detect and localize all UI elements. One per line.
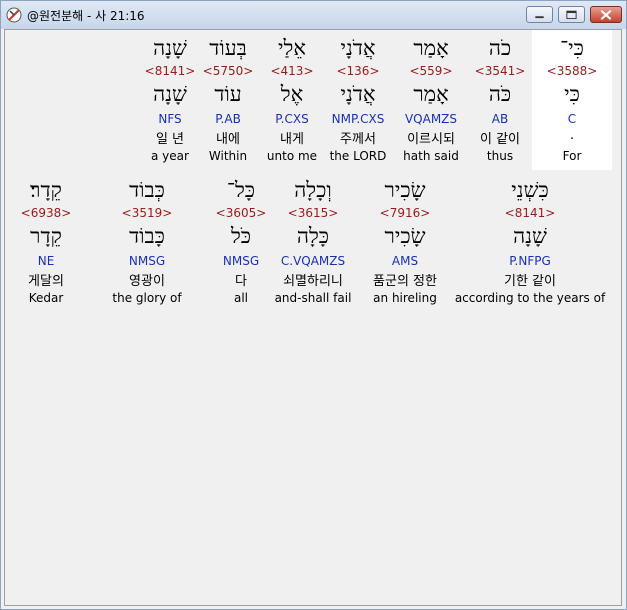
close-button[interactable]: [590, 6, 622, 23]
parse-code: NE: [37, 254, 55, 268]
korean-gloss: .: [569, 128, 575, 143]
hebrew-lemma: כָּבוֹד: [129, 224, 165, 248]
korean-gloss: 주께서: [340, 132, 376, 147]
english-gloss: hath said: [403, 149, 459, 163]
maximize-button[interactable]: [558, 6, 585, 23]
strong-number: <559>: [409, 64, 453, 78]
korean-gloss: 품군의 정한: [373, 274, 437, 289]
hebrew-surface: וְכָלָה: [294, 178, 332, 202]
window-title: @원전분해 - 사 21:16: [27, 9, 145, 23]
hebrew-surface: אֲדֹנָי: [340, 36, 376, 60]
strong-number: <413>: [270, 64, 314, 78]
korean-gloss: 기한 같이: [504, 274, 556, 289]
parse-code: P.CXS: [275, 112, 309, 126]
strong-number: <8141>: [504, 206, 556, 220]
korean-gloss: 다: [235, 274, 247, 289]
parse-code: NMP.CXS: [331, 112, 385, 126]
minimize-button[interactable]: [526, 6, 553, 23]
hebrew-surface: קֵדָר׃: [30, 178, 62, 202]
minimize-icon: [535, 16, 544, 19]
hebrew-lemma: שָׂכִיר: [384, 224, 426, 248]
strong-number: <5750>: [202, 64, 254, 78]
parse-code: NMSG: [222, 254, 260, 268]
english-gloss: and-shall fail: [274, 291, 352, 305]
hebrew-surface: כִּשְׁנֵי: [511, 178, 549, 202]
hebrew-surface: כְּבוֹד: [129, 178, 165, 202]
english-gloss: a year: [151, 149, 189, 163]
korean-gloss: 내게: [280, 132, 304, 147]
title-bar[interactable]: @원전분해 - 사 21:16: [1, 1, 626, 29]
english-gloss: For: [562, 149, 582, 163]
korean-gloss: 영광이: [129, 274, 165, 289]
app-window: @원전분해 - 사 21:16 כִּי־ <3588> כִּי C . Fo…: [0, 0, 627, 610]
app-icon: [6, 7, 22, 23]
korean-gloss: 내에: [216, 132, 240, 147]
parse-code: P.AB: [215, 112, 241, 126]
english-gloss: an hireling: [373, 291, 437, 305]
strong-number: <7916>: [379, 206, 431, 220]
hebrew-lemma: אָמַר: [413, 82, 449, 106]
english-gloss: Within: [208, 149, 248, 163]
korean-gloss: 쇠멸하리니: [283, 274, 343, 289]
strong-number: <3519>: [121, 206, 173, 220]
strong-number: <3615>: [287, 206, 339, 220]
korean-gloss: 이르시되: [407, 132, 455, 147]
english-gloss: according to the years of: [454, 291, 606, 305]
hebrew-surface: אֵלַי: [278, 36, 306, 60]
hebrew-lemma: שָׁנָה: [513, 224, 547, 248]
strong-number: <3588>: [546, 64, 598, 78]
hebrew-surface: כָּל־: [226, 178, 256, 202]
english-gloss: the LORD: [329, 149, 387, 163]
hebrew-lemma: קֵדָר: [30, 224, 62, 248]
hebrew-surface: אָמַר: [413, 36, 449, 60]
hebrew-surface: כִּי־: [560, 36, 584, 60]
english-gloss: unto me: [266, 149, 318, 163]
parse-code: C: [567, 112, 577, 126]
parse-code: P.NFPG: [509, 254, 551, 268]
hebrew-lemma: כָּלָה: [296, 224, 330, 248]
hebrew-surface: שָׂכִיר: [384, 178, 426, 202]
hebrew-lemma: שָׁנָה: [153, 82, 187, 106]
english-gloss: the glory of: [112, 291, 182, 305]
korean-gloss: 게달의: [28, 274, 64, 289]
parse-code: AMS: [391, 254, 419, 268]
parse-code: VQAMZS: [404, 112, 458, 126]
hebrew-lemma: כֹּל: [230, 224, 252, 248]
maximize-icon: [566, 10, 577, 20]
parse-code: NFS: [158, 112, 182, 126]
hebrew-surface: שָׁנָה: [153, 36, 187, 60]
hebrew-lemma: כִּי: [564, 82, 580, 106]
hebrew-lemma: עוֹד: [214, 82, 242, 106]
interlinear-panel[interactable]: כִּי־ <3588> כִּי C . For כֹה <3541> כֹּ…: [4, 29, 622, 606]
parse-code: C.VQAMZS: [280, 254, 346, 268]
strong-number: <6938>: [20, 206, 72, 220]
parse-code: NMSG: [128, 254, 166, 268]
strong-number: <136>: [336, 64, 380, 78]
korean-gloss: 일 년: [155, 132, 185, 147]
close-icon: [600, 9, 612, 20]
english-gloss: Kedar: [28, 291, 64, 305]
english-gloss: all: [233, 291, 249, 305]
hebrew-lemma: אֲדֹנָי: [340, 82, 376, 106]
strong-number: <8141>: [144, 64, 196, 78]
hebrew-lemma: אֶל: [280, 82, 304, 106]
strong-number: <3605>: [215, 206, 267, 220]
hebrew-surface: בְּעוֹד: [209, 36, 247, 60]
